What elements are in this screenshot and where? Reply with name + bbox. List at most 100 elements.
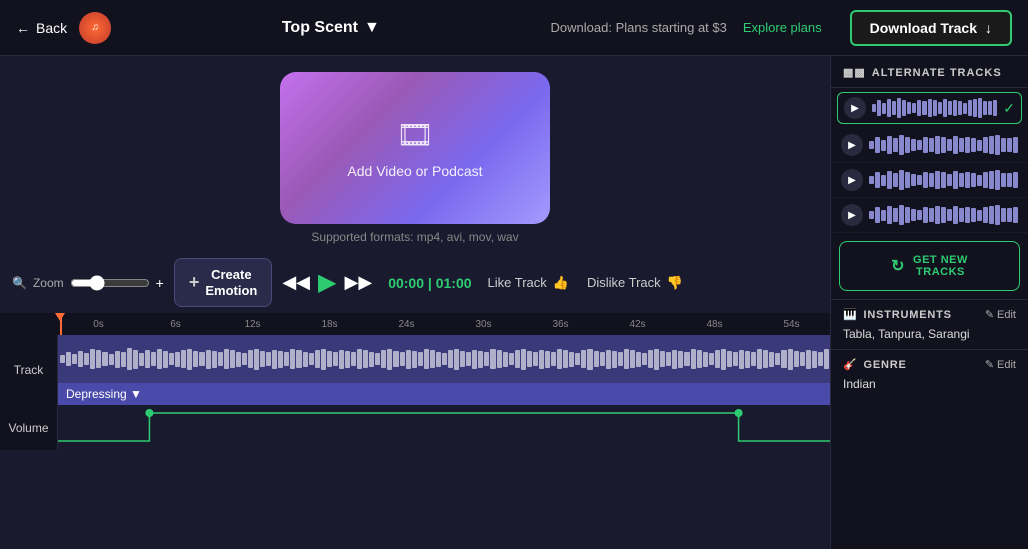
- alternate-tracks-title: ALTERNATE TRACKS: [872, 67, 1002, 79]
- play-button[interactable]: ▶: [318, 268, 336, 297]
- thumbs-up-icon: 👍: [553, 275, 569, 291]
- like-track-button[interactable]: Like Track 👍: [488, 275, 569, 291]
- time-display: 00:00 | 01:00: [388, 275, 471, 291]
- guitar-icon: 🎸: [843, 358, 858, 371]
- thumbs-down-icon: 👎: [667, 275, 683, 291]
- alt-track-item-3[interactable]: ▶: [831, 163, 1028, 198]
- main-container: 🎞 Add Video or Podcast Supported formats…: [0, 56, 1028, 549]
- back-label: Back: [36, 20, 67, 36]
- back-button[interactable]: ← Back: [16, 20, 67, 36]
- timeline-area: 0s 6s 12s 18s 24s 30s 36s 42s 48s 54s Tr…: [0, 313, 830, 549]
- alt-track-item-2[interactable]: ▶: [831, 128, 1028, 163]
- zoom-plus-icon: +: [156, 275, 164, 291]
- alt-waveform-3: [869, 169, 1018, 191]
- ruler-mark-18: 18s: [291, 319, 368, 330]
- genre-section: 🎸 GENRE ✎ Edit Indian: [831, 349, 1028, 399]
- dislike-track-button[interactable]: Dislike Track 👎: [587, 275, 683, 291]
- ruler-mark-42: 42s: [599, 319, 676, 330]
- logo: ♫: [79, 12, 111, 44]
- instruments-edit-label: Edit: [997, 309, 1016, 321]
- genre-edit-button[interactable]: ✎ Edit: [985, 358, 1016, 371]
- right-sidebar: ▩▩ ALTERNATE TRACKS ▶ ✓ ▶ ▶ ▶ ↻ GET NEW …: [830, 56, 1028, 549]
- volume-curve: [58, 405, 830, 450]
- emotion-label-text: Depressing: [66, 387, 127, 401]
- instruments-section: 🎹 INSTRUMENTS ✎ Edit Tabla, Tanpura, Sar…: [831, 299, 1028, 349]
- genre-title-text: GENRE: [864, 359, 907, 371]
- header: ← Back ♫ Top Scent ▼ Download: Plans sta…: [0, 0, 1028, 56]
- logo-icon: ♫: [91, 22, 99, 33]
- center-area: 🎞 Add Video or Podcast Supported formats…: [0, 56, 830, 549]
- search-icon: 🔍: [12, 276, 27, 290]
- time-ruler: 0s 6s 12s 18s 24s 30s 36s 42s 48s 54s: [0, 313, 830, 335]
- alt-waveform-4: [869, 204, 1018, 226]
- alt-play-button-3[interactable]: ▶: [841, 169, 863, 191]
- waveform-icon: ▩▩: [843, 66, 866, 79]
- zoom-slider[interactable]: [70, 275, 150, 291]
- alt-track-item-4[interactable]: ▶: [831, 198, 1028, 233]
- ruler-mark-48: 48s: [676, 319, 753, 330]
- download-info-text: Download: Plans starting at $3: [551, 20, 727, 35]
- waveform-area: [58, 335, 830, 383]
- instruments-icon: 🎹: [843, 308, 858, 321]
- alt-waveform-1: [872, 97, 997, 119]
- time-separator: |: [428, 275, 436, 291]
- back-arrow-icon: ←: [16, 20, 30, 36]
- skip-back-button[interactable]: ◀◀: [282, 272, 310, 293]
- film-icon: 🎞: [396, 118, 434, 153]
- track-label: Track: [0, 335, 58, 405]
- like-track-label: Like Track: [488, 275, 547, 290]
- alt-track-item-1[interactable]: ▶ ✓: [837, 92, 1022, 124]
- ruler-mark-36: 36s: [522, 319, 599, 330]
- alt-play-button-1[interactable]: ▶: [844, 97, 866, 119]
- instruments-value: Tabla, Tanpura, Sarangi: [843, 327, 970, 341]
- transport-controls: ◀◀ ▶ ▶▶: [282, 268, 372, 297]
- volume-content: [58, 405, 830, 450]
- ruler-mark-24: 24s: [368, 319, 445, 330]
- add-video-label: Add Video or Podcast: [347, 163, 482, 179]
- time-current: 00:00: [388, 275, 424, 291]
- waveform-bars: [60, 339, 828, 379]
- track-label-text: Track: [14, 363, 44, 377]
- skip-forward-button[interactable]: ▶▶: [345, 272, 373, 293]
- track-content[interactable]: Depressing ▼: [58, 335, 830, 405]
- ruler-mark-30: 30s: [445, 319, 522, 330]
- download-arrow-icon: ↓: [985, 20, 992, 36]
- download-track-button[interactable]: Download Track ↓: [850, 10, 1012, 46]
- create-emotion-button[interactable]: + Create Emotion: [174, 258, 273, 307]
- explore-plans-link[interactable]: Explore plans: [743, 20, 822, 35]
- supported-formats-text: Supported formats: mp4, avi, mov, wav: [311, 230, 518, 244]
- playhead: [60, 313, 62, 335]
- dislike-track-label: Dislike Track: [587, 275, 661, 290]
- instruments-title: 🎹 INSTRUMENTS: [843, 308, 952, 321]
- ruler-mark-6: 6s: [137, 319, 214, 330]
- ruler-mark-0: 0s: [60, 319, 137, 330]
- alt-play-button-2[interactable]: ▶: [841, 134, 863, 156]
- pencil-icon: ✎: [985, 308, 994, 321]
- emotion-chevron-icon: ▼: [130, 387, 142, 401]
- time-total: 01:00: [436, 275, 472, 291]
- instruments-title-text: INSTRUMENTS: [864, 309, 952, 321]
- playhead-triangle: [55, 313, 65, 321]
- create-emotion-label: Create Emotion: [205, 267, 257, 298]
- emotion-label-row: Depressing ▼: [58, 383, 830, 405]
- get-new-tracks-button[interactable]: ↻ GET NEW TRACKS: [839, 241, 1020, 291]
- top-scent-button[interactable]: Top Scent ▼: [282, 19, 380, 37]
- instruments-header-row: 🎹 INSTRUMENTS ✎ Edit: [843, 308, 1016, 321]
- volume-label-text: Volume: [8, 421, 48, 435]
- plus-icon: +: [189, 272, 200, 294]
- zoom-section: 🔍 Zoom +: [12, 275, 164, 291]
- alternate-tracks-header: ▩▩ ALTERNATE TRACKS: [831, 56, 1028, 88]
- ruler-mark-12: 12s: [214, 319, 291, 330]
- alt-play-button-4[interactable]: ▶: [841, 204, 863, 226]
- video-card[interactable]: 🎞 Add Video or Podcast: [280, 72, 550, 224]
- top-scent-label: Top Scent: [282, 19, 358, 37]
- emotion-dropdown[interactable]: Depressing ▼: [66, 387, 142, 401]
- pencil-icon-genre: ✎: [985, 358, 994, 371]
- genre-title: 🎸 GENRE: [843, 358, 907, 371]
- genre-header-row: 🎸 GENRE ✎ Edit: [843, 358, 1016, 371]
- volume-label: Volume: [0, 405, 58, 450]
- controls-bar: 🔍 Zoom + + Create Emotion ◀◀ ▶ ▶▶ 00:00 …: [0, 252, 830, 313]
- zoom-label: Zoom: [33, 276, 64, 290]
- instruments-edit-button[interactable]: ✎ Edit: [985, 308, 1016, 321]
- ruler-mark-54: 54s: [753, 319, 830, 330]
